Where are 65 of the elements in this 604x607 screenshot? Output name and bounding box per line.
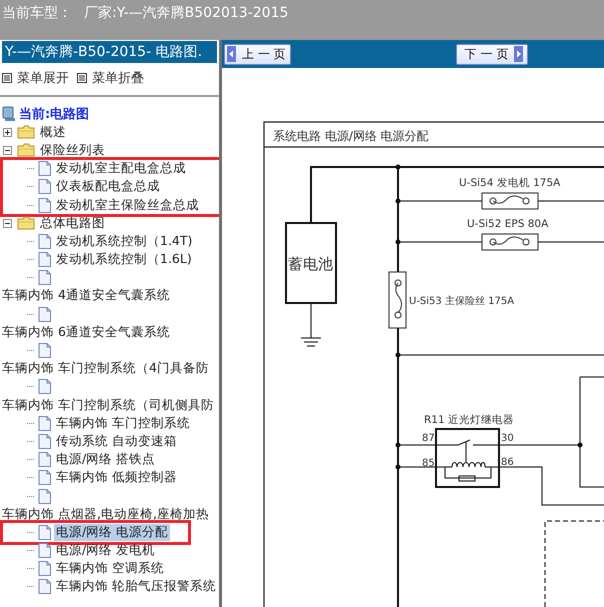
car-model-label: 当前车型： xyxy=(2,4,72,22)
computer-icon xyxy=(2,106,16,122)
pin-number: 30 xyxy=(501,433,514,444)
pin-number: 86 xyxy=(501,457,514,468)
car-model-value: 厂家:Y-—汽奔腾B502013-2015 xyxy=(84,4,288,22)
sidebar-title: Y-—汽奔腾-B50-2015- 电路图. xyxy=(2,41,217,63)
current-section-label: 当前:电路图 xyxy=(19,106,90,124)
tree-item[interactable]: 仪表板配电盒总成 xyxy=(54,178,162,196)
folder-icon xyxy=(17,125,35,140)
document-icon xyxy=(38,252,51,268)
document-icon xyxy=(38,343,51,358)
document-icon xyxy=(38,470,51,486)
tree-folder[interactable]: 总体电路图 xyxy=(38,214,107,232)
tree-item[interactable]: 发动机系统控制（1.4T) xyxy=(54,232,194,250)
document-icon xyxy=(38,234,51,249)
pin-number: 85 xyxy=(422,458,435,469)
tree-group[interactable]: 车辆内饰 6通道安全气囊系统 xyxy=(2,324,170,341)
tree-item[interactable]: 车辆内饰 车门控制系统 xyxy=(54,414,192,432)
tree-item[interactable]: 电源/网络 电源分配 xyxy=(54,524,170,541)
fuse-label: U-Si53 主保险丝 175A xyxy=(409,296,514,307)
document-icon xyxy=(38,543,51,558)
fuse-label: U-Si52 EPS 80A xyxy=(467,218,548,230)
folder-icon xyxy=(17,216,35,230)
tree-item[interactable]: 车辆内饰 空调系统 xyxy=(54,560,166,578)
tree-folder[interactable]: 概述 xyxy=(38,124,68,141)
document-icon xyxy=(38,579,51,594)
tree-item[interactable]: 发动机系统控制（1.6L) xyxy=(54,251,194,268)
menu-action-link[interactable]: 菜单折叠 xyxy=(77,69,144,87)
tree-item[interactable]: 电源/网络 发电机 xyxy=(54,542,158,560)
document-icon xyxy=(38,452,51,468)
list-icon xyxy=(77,73,87,83)
folder-icon xyxy=(17,143,35,158)
document-icon xyxy=(38,434,51,449)
fuse-label: U-Si54 发电机 175A xyxy=(459,177,560,189)
relay-label: R11 近光灯继电器 xyxy=(424,414,514,426)
tree-item[interactable]: 车辆内饰 低频控制器 xyxy=(54,469,179,486)
tree-item[interactable]: 传动系统 自动变速箱 xyxy=(54,432,179,450)
collapse-toggle[interactable] xyxy=(3,218,12,228)
document-icon xyxy=(38,306,51,322)
expand-toggle[interactable] xyxy=(3,128,12,137)
document-icon xyxy=(38,179,51,194)
diagram-title: 系统电路 电源/网络 电源分配 xyxy=(273,129,429,143)
document-icon xyxy=(38,270,51,286)
tree-item[interactable]: 电源/网络 搭铁点 xyxy=(54,451,158,468)
collapse-toggle[interactable] xyxy=(3,146,12,155)
tree-item[interactable]: 发动机室主配电盒总成 xyxy=(54,160,188,178)
document-icon xyxy=(38,416,51,431)
tree-group[interactable]: 车辆内饰 车门控制系统（司机侧具防 xyxy=(2,396,214,414)
pin-number: 87 xyxy=(422,433,435,444)
menu-action-link[interactable]: 菜单展开 xyxy=(2,69,69,87)
next-page-button[interactable]: 下 一 页 xyxy=(456,44,528,64)
document-icon xyxy=(38,561,51,576)
tree-group[interactable]: 车辆内饰 4通道安全气囊系统 xyxy=(2,287,170,304)
previous-page-button[interactable]: 上 一 页 xyxy=(224,44,291,64)
tree-folder[interactable]: 保险丝列表 xyxy=(38,142,107,159)
document-icon xyxy=(38,524,51,540)
tree-group[interactable]: 车辆内饰 车门控制系统（4门具备防 xyxy=(2,360,209,378)
tree-item[interactable]: 发动机室主保险丝盒总成 xyxy=(54,196,201,214)
document-icon xyxy=(38,379,51,394)
tree-item[interactable]: 车辆内饰 轮胎气压报警系统 xyxy=(54,578,218,596)
document-icon xyxy=(38,488,51,504)
tree-group[interactable]: 车辆内饰 点烟器,电动座椅,座椅加热 xyxy=(2,506,209,523)
document-icon xyxy=(38,161,51,176)
battery-label: 蓄电池 xyxy=(288,255,333,273)
document-icon xyxy=(38,198,51,213)
